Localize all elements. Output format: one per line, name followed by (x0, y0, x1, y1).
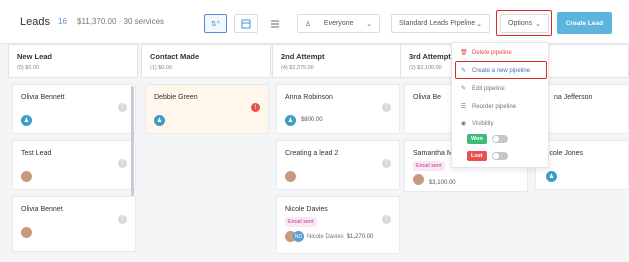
highlight-box-create-pipeline (455, 61, 547, 79)
lead-name: Olivia Bennet (21, 206, 63, 213)
eye-icon: ◉ (460, 121, 467, 127)
menu-item-reorder-pipeline[interactable]: ☰ Reorder pipeline (460, 103, 517, 111)
lost-visibility-toggle[interactable] (492, 152, 508, 160)
highlight-box-options (496, 10, 552, 36)
board-view-button[interactable] (234, 14, 258, 33)
menu-item-label: Delete pipeline (472, 49, 512, 56)
lead-value: $800.00 (300, 117, 323, 124)
column-header: 2nd Attempt (4) $2,375.00 (272, 44, 402, 78)
create-lead-button[interactable]: Create Lead (557, 12, 612, 34)
lead-card[interactable]: Creating a lead 2 i (276, 140, 400, 190)
person-icon: ♙ (305, 20, 312, 28)
user-avatar-icon: ♟ (285, 115, 296, 126)
lead-name: icole Jones (548, 150, 584, 157)
alert-icon[interactable]: ! (251, 103, 260, 112)
menu-item-label: Reorder pipeline (472, 103, 517, 110)
lead-name: Debbie Green (154, 94, 198, 101)
won-visibility-toggle[interactable] (492, 135, 508, 143)
lead-card[interactable]: Test Lead i (12, 140, 136, 190)
info-icon[interactable]: i (382, 215, 391, 224)
column-summary: (1) $0.00 (150, 65, 173, 71)
lead-card[interactable]: Nicole Davies i Email sent ND Nicole Dav… (276, 196, 400, 254)
sort-arrows-icon: ⇅^ (210, 20, 221, 28)
email-sent-tag: Email sent (285, 217, 317, 227)
column-contact-made: Contact Made (1) $0.00 Debbie Green ! ♟ (141, 44, 271, 262)
won-badge: Won (467, 134, 487, 144)
column-name: 2nd Attempt (281, 52, 325, 61)
board-icon (241, 19, 251, 28)
menu-item-delete-pipeline[interactable]: 🗑 Delete pipeline (460, 49, 512, 57)
pipeline-select[interactable]: Standard Leads Pipeline ⌄ (391, 14, 490, 33)
column-name: New Lead (17, 52, 53, 61)
info-icon[interactable]: i (382, 103, 391, 112)
column-summary: (5) $0.00 (17, 65, 40, 71)
top-bar: Leads 16 $11,370.00 · 30 services ⇅^ ♙ E… (0, 0, 629, 44)
menu-item-visibility: ◉ Visibility (460, 120, 494, 128)
sort-button[interactable]: ⇅^ (204, 14, 227, 33)
email-sent-tag: Email sent (413, 161, 445, 171)
chevron-down-icon: ⌄ (476, 20, 482, 28)
initials-avatar: ND (293, 231, 304, 242)
owner-filter-select[interactable]: ♙ Everyone ⌄ (297, 14, 380, 33)
lead-value: $3,100.00 (428, 180, 456, 187)
avatar (21, 227, 32, 238)
page-title: Leads (20, 16, 50, 28)
info-icon[interactable]: i (118, 159, 127, 168)
user-avatar-icon: ♟ (154, 115, 165, 126)
reorder-icon: ☰ (460, 104, 467, 110)
trash-icon: 🗑 (460, 50, 468, 56)
lead-name: Creating a lead 2 (285, 150, 339, 157)
lead-card[interactable]: Debbie Green ! ♟ (145, 84, 269, 134)
lead-name: Olivia Bennett (21, 94, 65, 101)
column-new-lead: New Lead (5) $0.00 Olivia Bennett i ♟ Te… (8, 44, 138, 262)
lost-badge: Lost (467, 151, 487, 161)
list-icon (271, 20, 279, 27)
lead-name: Test Lead (21, 150, 52, 157)
avatar (285, 171, 296, 182)
info-icon[interactable]: i (118, 215, 127, 224)
info-icon[interactable]: i (382, 159, 391, 168)
user-avatar-icon: ♟ (546, 171, 557, 182)
owner-filter-value: Everyone (323, 20, 354, 27)
column-name: Contact Made (150, 52, 200, 61)
lead-card[interactable]: na Jefferson (535, 84, 629, 134)
lead-name: Nicole Davies (285, 206, 328, 213)
column-header: Contact Made (1) $0.00 (141, 44, 271, 78)
list-view-button[interactable] (265, 14, 285, 33)
pipeline-select-value: Standard Leads Pipeline (399, 20, 476, 27)
menu-item-edit-pipeline[interactable]: ✎ Edit pipeline (460, 85, 505, 93)
info-icon[interactable]: i (118, 103, 127, 112)
column-2nd-attempt: 2nd Attempt (4) $2,375.00 Anna Robinson … (272, 44, 402, 262)
lead-name: na Jefferson (554, 94, 593, 101)
menu-item-label: Visibility (472, 120, 494, 127)
assignee-name: Nicole Davies (307, 233, 344, 240)
pipeline-total: $11,370.00 · 30 services (77, 17, 165, 26)
lead-value: $1,270.00 (346, 233, 374, 240)
lead-name: Anna Robinson (285, 94, 333, 101)
lead-count: 16 (58, 17, 67, 26)
pencil-icon: ✎ (460, 86, 467, 92)
lead-card[interactable]: Olivia Bennett i ♟ (12, 84, 136, 134)
chevron-down-icon: ⌄ (366, 20, 372, 28)
user-avatar-icon: ♟ (21, 115, 32, 126)
column-scrollbar[interactable] (131, 86, 134, 196)
avatar (21, 171, 32, 182)
lead-card[interactable]: icole Jones ♟ (535, 140, 629, 190)
menu-item-label: Edit pipeline (472, 85, 505, 92)
avatar (413, 174, 424, 185)
lead-card[interactable]: Olivia Bennet i (12, 196, 136, 252)
column-header: New Lead (5) $0.00 (8, 44, 138, 78)
column-summary: (4) $2,375.00 (281, 65, 314, 71)
lead-card[interactable]: Anna Robinson i ♟ $800.00 (276, 84, 400, 134)
